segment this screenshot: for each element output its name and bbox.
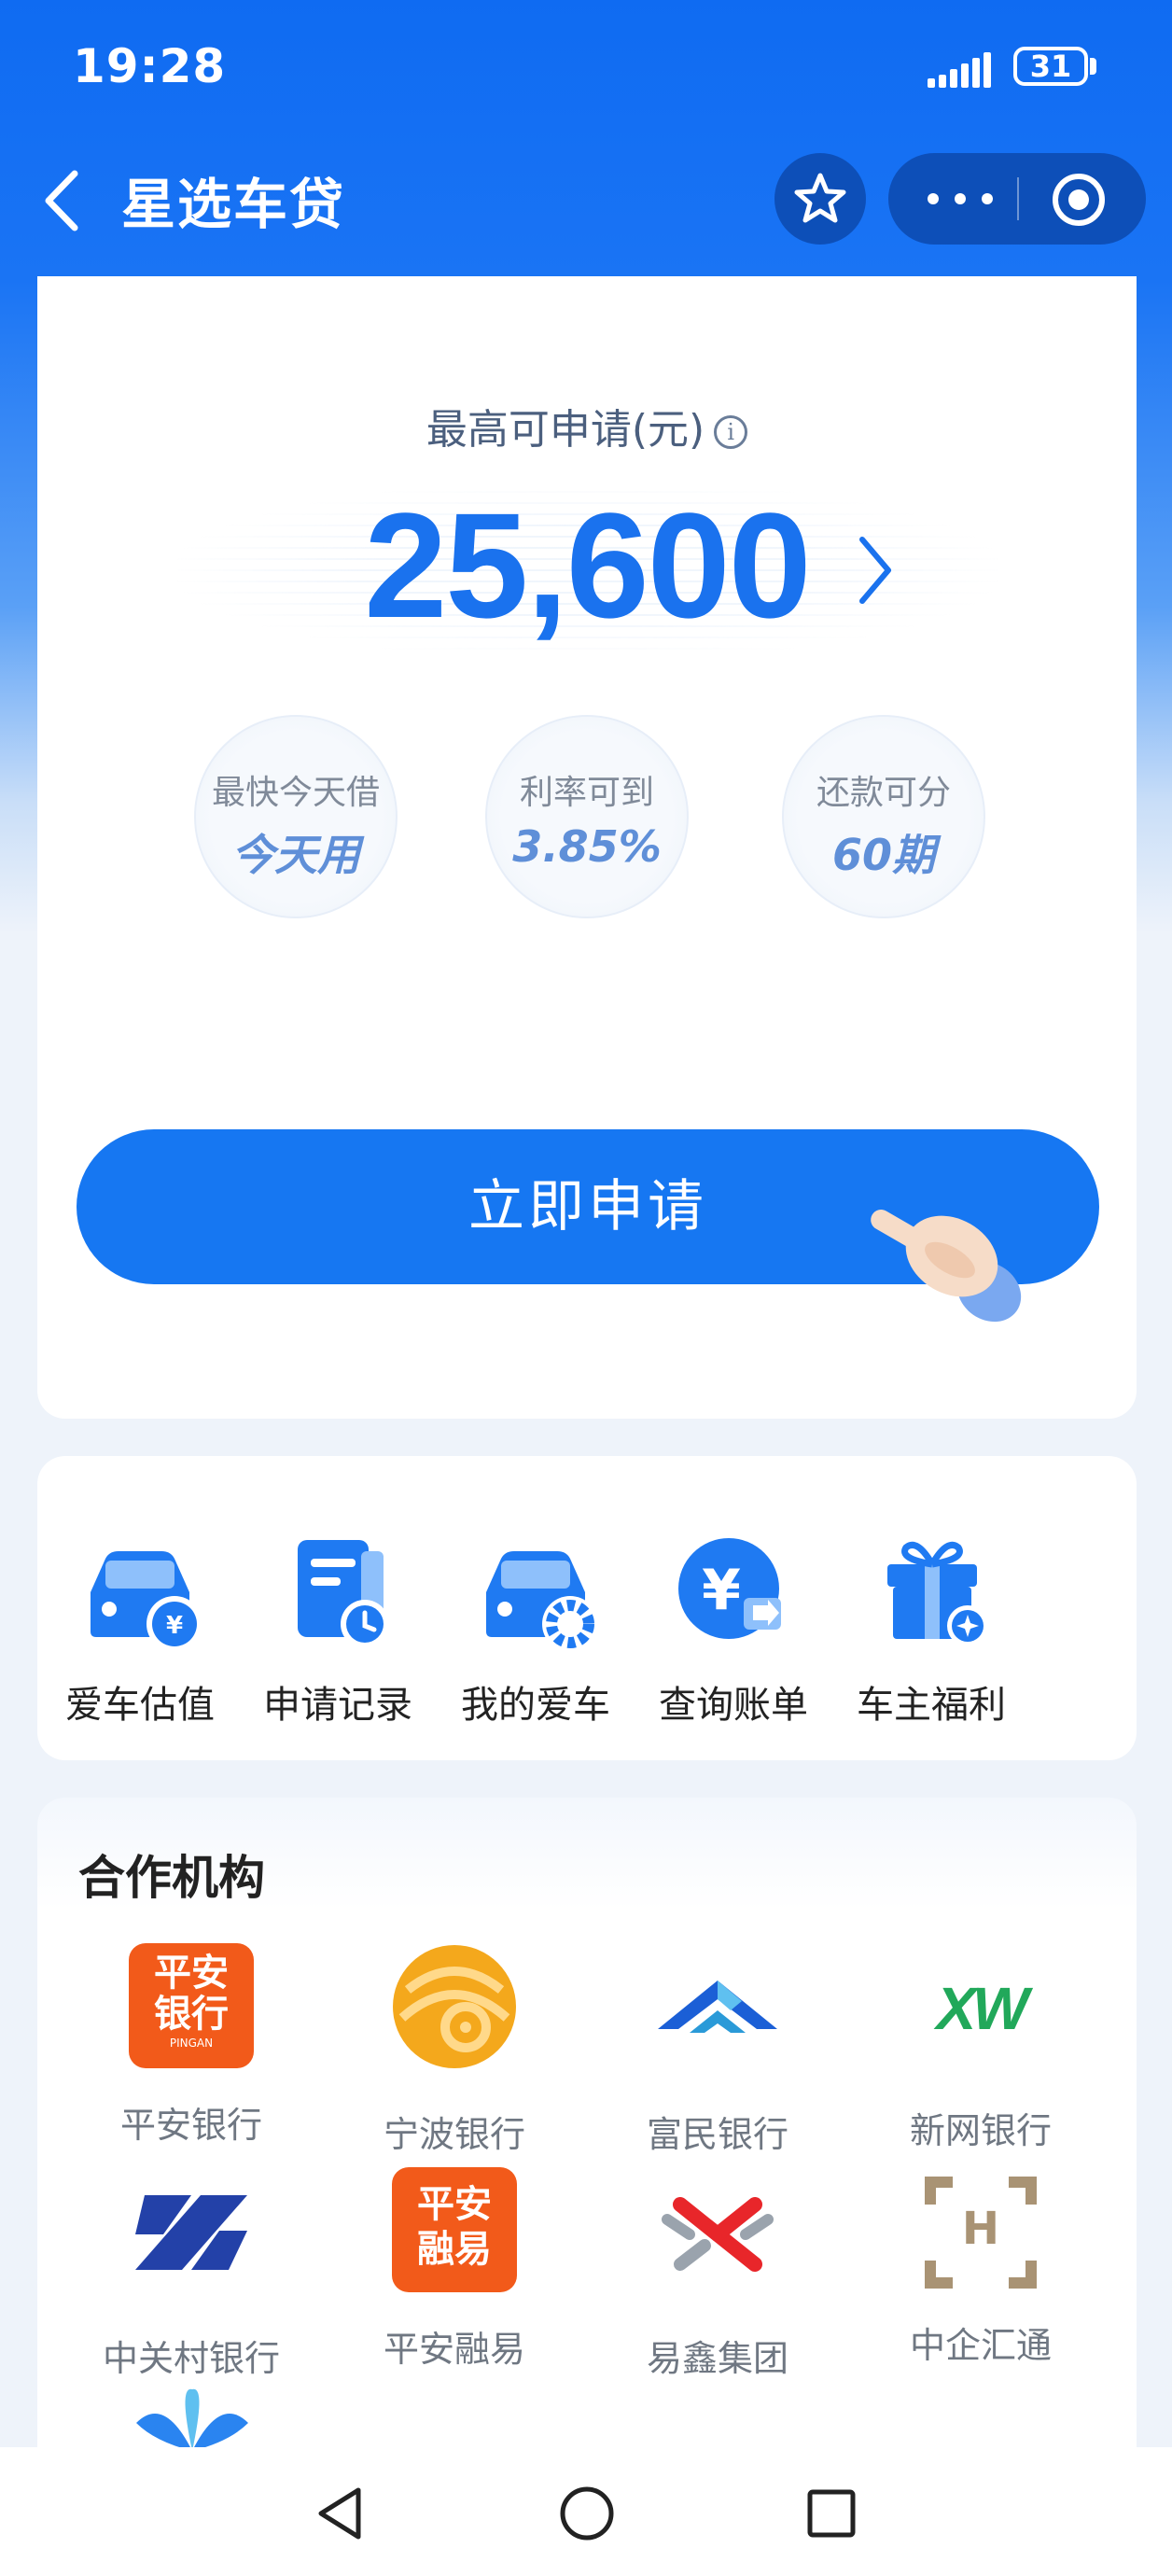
feature-top: 最快今天借 — [211, 774, 380, 812]
xinwang-bank-logo: XW — [936, 1975, 1028, 2042]
gift-icon — [887, 1541, 988, 1646]
yixin-group-logo — [662, 2197, 774, 2272]
partner-label: 新网银行 — [909, 2110, 1052, 2151]
partner-label: 平安银行 — [119, 2105, 262, 2146]
loan-amount[interactable]: 25,600 — [37, 480, 1137, 651]
pingan-bank-logo: 平安 银行 PINGAN — [129, 1943, 254, 2068]
back-arrow-icon[interactable] — [39, 168, 86, 233]
fumin-bank-logo — [658, 1981, 777, 2033]
partner-fumin-bank[interactable]: 富民银行 — [586, 1943, 849, 2157]
favorite-button[interactable] — [774, 153, 866, 245]
partners-title: 合作机构 — [78, 1851, 265, 1905]
service-label: 我的爱车 — [461, 1684, 610, 1727]
partner-label: 易鑫集团 — [646, 2338, 788, 2379]
page-title: 星选车贷 — [121, 173, 346, 236]
capsule-divider — [1017, 177, 1019, 220]
limit-label: 最高可申请(元) — [426, 406, 705, 454]
signal-icon — [928, 50, 1002, 88]
service-query-bill[interactable]: ¥ 查询账单 — [635, 1527, 832, 1729]
feature-rate: 利率可到 3.85% — [485, 715, 689, 918]
yuan-bill-icon: ¥ — [678, 1538, 781, 1639]
services-card: ¥ 爱车估值 申请记录 我的爱车 ¥ 查询账单 车主福利 — [37, 1456, 1137, 1760]
battery-icon: 31 — [1013, 47, 1088, 86]
ningbo-bank-logo — [393, 1945, 516, 2068]
partner-zhongguancun-bank[interactable]: 中关村银行 — [60, 2167, 323, 2381]
record-clock-icon — [298, 1540, 389, 1648]
partner-label: 富民银行 — [646, 2114, 788, 2155]
close-target-icon[interactable] — [1053, 174, 1105, 226]
back-triangle-icon[interactable] — [308, 2481, 373, 2546]
car-yuan-icon: ¥ — [91, 1551, 202, 1652]
service-my-car[interactable]: 我的爱车 — [437, 1527, 635, 1729]
partner-label: 中关村银行 — [102, 2338, 280, 2379]
partner-label: 宁波银行 — [383, 2114, 525, 2155]
status-time: 19:28 — [73, 39, 227, 93]
svg-text:¥: ¥ — [166, 1612, 183, 1640]
service-label: 查询账单 — [659, 1684, 808, 1727]
status-bar: 19:28 31 — [0, 0, 1172, 140]
service-label: 申请记录 — [263, 1684, 412, 1727]
service-label: 爱车估值 — [65, 1684, 215, 1727]
partner-pingan-rongyi[interactable]: 平安 融易 平安融易 — [323, 2167, 586, 2372]
partner-logo-partial — [136, 2388, 248, 2451]
service-car-valuation[interactable]: ¥ 爱车估值 — [41, 1527, 239, 1729]
feature-top: 利率可到 — [519, 774, 654, 812]
recents-square-icon[interactable] — [799, 2481, 864, 2546]
system-navigation-bar — [0, 2447, 1172, 2576]
zhongqi-huitong-logo: H — [925, 2177, 1037, 2289]
feature-top: 还款可分 — [816, 774, 951, 812]
info-icon[interactable]: i — [714, 415, 748, 449]
home-circle-icon[interactable] — [554, 2481, 620, 2546]
mini-program-capsule — [888, 153, 1146, 245]
service-owner-benefit[interactable]: 车主福利 — [832, 1527, 1030, 1729]
feature-fast: 最快今天借 今天用 — [194, 715, 398, 918]
car-gear-icon — [486, 1551, 598, 1652]
zhongguancun-bank-logo — [135, 2195, 247, 2270]
pointing-hand-icon — [871, 1210, 1022, 1323]
feature-term: 还款可分 60期 — [782, 715, 985, 918]
service-label: 车主福利 — [857, 1684, 1006, 1727]
more-icon[interactable] — [928, 181, 993, 217]
partner-xinwang-bank[interactable]: XW 新网银行 — [849, 1943, 1112, 2153]
partner-label: 中企汇通 — [909, 2325, 1052, 2366]
chevron-right-icon[interactable] — [851, 528, 898, 612]
partner-yixin-group[interactable]: 易鑫集团 — [586, 2167, 849, 2381]
feature-bottom: 60期 — [831, 830, 935, 880]
partner-zhongqi-huitong[interactable]: H 中企汇通 — [849, 2167, 1112, 2368]
service-apply-record[interactable]: 申请记录 — [239, 1527, 437, 1729]
battery-cap — [1090, 58, 1096, 75]
star-icon — [794, 173, 846, 223]
partner-pingan-bank[interactable]: 平安 银行 PINGAN 平安银行 — [60, 1943, 323, 2148]
battery-level: 31 — [1029, 49, 1072, 84]
limit-label-row: 最高可申请(元) i — [37, 396, 1137, 455]
feature-bottom: 今天用 — [231, 830, 360, 880]
svg-text:¥: ¥ — [702, 1558, 741, 1623]
partner-label: 平安融易 — [383, 2329, 525, 2370]
partner-ningbo-bank[interactable]: 宁波银行 — [323, 1943, 586, 2157]
pingan-rongyi-logo: 平安 融易 — [392, 2167, 517, 2292]
loan-card: 最高可申请(元) i 25,600 最快今天借 今天用 利率可到 3.85% 还款… — [37, 276, 1137, 1419]
feature-bottom: 3.85% — [512, 821, 662, 872]
